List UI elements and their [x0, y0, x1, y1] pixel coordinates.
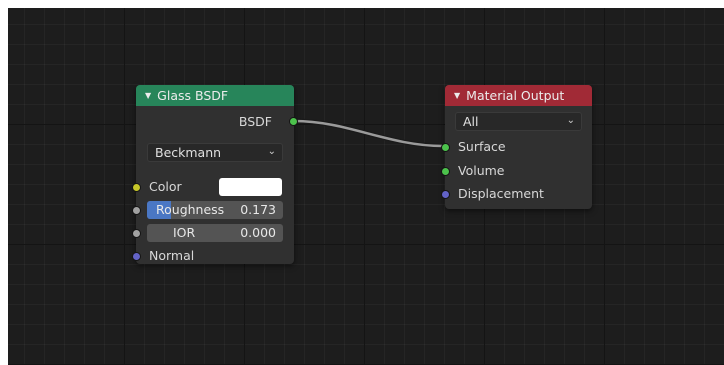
- normal-label: Normal: [149, 248, 195, 263]
- ior-label: IOR: [173, 225, 196, 240]
- node-editor-canvas[interactable]: ▼ Glass BSDF BSDF Beckmann ⌄ Color Rough…: [8, 8, 724, 365]
- color-swatch[interactable]: [219, 178, 282, 196]
- target-value: All: [463, 114, 479, 129]
- roughness-value: 0.173: [240, 202, 276, 217]
- roughness-input-socket[interactable]: [132, 206, 141, 215]
- chevron-down-icon: ⌄: [267, 146, 276, 157]
- ior-value: 0.000: [240, 225, 276, 240]
- color-label: Color: [149, 179, 182, 194]
- node-link[interactable]: [8, 8, 724, 365]
- triangle-down-icon[interactable]: ▼: [145, 91, 151, 100]
- distribution-select[interactable]: Beckmann ⌄: [147, 143, 283, 162]
- glass-bsdf-node[interactable]: ▼ Glass BSDF BSDF Beckmann ⌄ Color Rough…: [132, 85, 298, 264]
- target-select[interactable]: All ⌄: [455, 112, 582, 131]
- roughness-label: Roughness: [156, 202, 225, 217]
- material-output-node[interactable]: ▼ Material Output All ⌄ Surface Volume D…: [441, 85, 592, 209]
- color-input-socket[interactable]: [132, 183, 141, 192]
- surface-input-socket[interactable]: [441, 143, 450, 152]
- distribution-value: Beckmann: [155, 145, 222, 160]
- displacement-label: Displacement: [458, 186, 544, 201]
- bsdf-output-label: BSDF: [238, 114, 272, 129]
- ior-input-socket[interactable]: [132, 229, 141, 238]
- volume-input-socket[interactable]: [441, 167, 450, 176]
- roughness-slider[interactable]: Roughness 0.173: [147, 201, 283, 219]
- volume-label: Volume: [458, 163, 505, 178]
- displacement-input-socket[interactable]: [441, 190, 450, 199]
- triangle-down-icon[interactable]: ▼: [454, 91, 460, 100]
- node-header[interactable]: ▼ Material Output: [445, 85, 592, 106]
- bsdf-output-socket[interactable]: [289, 117, 298, 126]
- normal-input-socket[interactable]: [132, 252, 141, 261]
- ior-field[interactable]: IOR 0.000: [147, 224, 283, 242]
- surface-label: Surface: [458, 139, 506, 154]
- node-title: Material Output: [466, 88, 565, 103]
- chevron-down-icon: ⌄: [566, 115, 575, 126]
- node-title: Glass BSDF: [157, 88, 229, 103]
- node-header[interactable]: ▼ Glass BSDF: [136, 85, 294, 106]
